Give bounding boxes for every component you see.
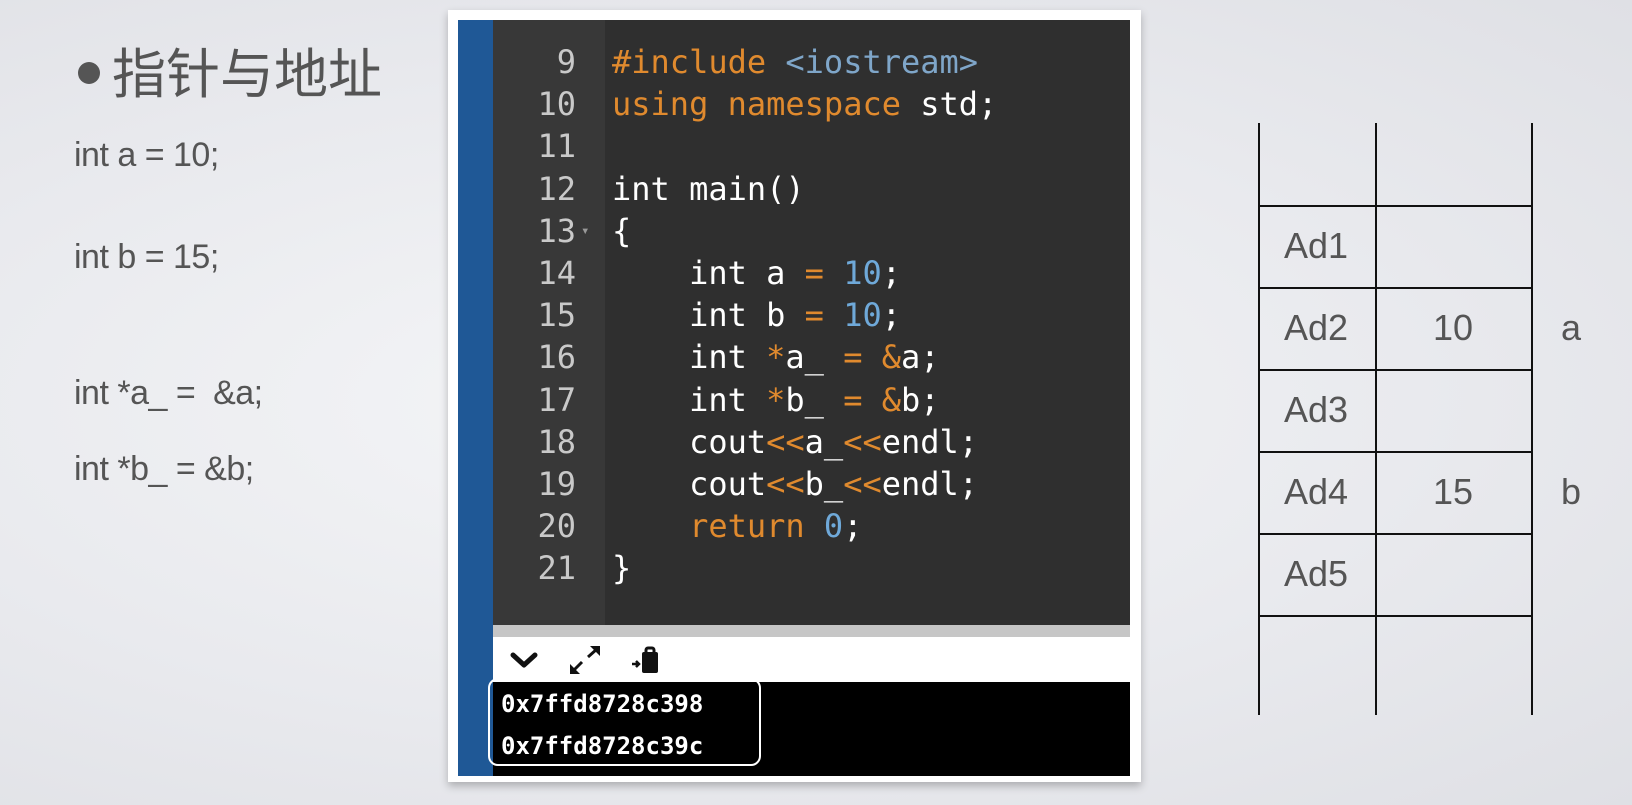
line-number: 15: [537, 296, 576, 335]
code-editor[interactable]: 9 #include <iostream> 10 using namespace st…: [493, 20, 1130, 625]
code-text: int b = 10;: [612, 296, 901, 335]
table-border-middle: [1375, 123, 1377, 715]
line-number: 14: [537, 254, 576, 292]
memory-address-cell: Ad1: [1284, 225, 1349, 266]
line-number: 17: [537, 380, 576, 419]
memory-diagram: Ad1 Ad2 10 a Ad3 Ad4 15 b Ad5: [1258, 123, 1581, 715]
code-text: #include <iostream>: [612, 43, 979, 81]
code-line: 20 return 0;: [493, 504, 1130, 548]
table-row-divider: [1258, 533, 1533, 535]
slide-code-line-2: int b = 15;: [74, 238, 219, 276]
line-number: 12: [537, 169, 576, 208]
line-number: 11: [537, 127, 576, 166]
memory-address-cell: Ad4: [1284, 471, 1349, 512]
table-row-divider: [1258, 369, 1533, 371]
code-text: int a = 10;: [612, 254, 901, 292]
console-toolbar: [493, 637, 1130, 682]
table-row-divider: [1258, 451, 1533, 453]
line-number: 20: [537, 507, 576, 546]
memory-value-cell: 15: [1432, 471, 1474, 512]
code-line: 9 #include <iostream>: [493, 40, 1130, 84]
code-line: 11: [493, 124, 1130, 168]
code-text: using namespace std;: [612, 85, 998, 124]
table-row-divider: [1258, 615, 1533, 617]
code-text: return 0;: [689, 507, 863, 546]
table-border-right: [1531, 123, 1533, 715]
code-text: int *a_ = &a;: [612, 338, 940, 377]
variable-label: a: [1561, 307, 1582, 348]
slide-title: 指针与地址: [78, 30, 382, 109]
code-text: }: [612, 549, 632, 588]
editor-sidebar: [458, 20, 493, 776]
code-line: 18 cout<<a_<<endl;: [493, 420, 1130, 464]
code-line: 19 cout<<b_<<endl;: [493, 462, 1130, 506]
table-border-left: [1258, 123, 1260, 715]
line-number: 16: [537, 338, 576, 377]
clipboard-icon[interactable]: [630, 643, 664, 677]
code-line: 13 ▾ {: [493, 209, 1130, 253]
memory-address-cell: Ad5: [1284, 553, 1349, 594]
chevron-down-icon[interactable]: [507, 643, 541, 677]
code-line: 16 int *a_ = &a;: [493, 335, 1130, 379]
line-number: 13: [537, 211, 576, 250]
slide-title-text: 指针与地址: [112, 43, 382, 106]
line-number: 19: [537, 465, 576, 503]
code-editor-screenshot: 9 #include <iostream> 10 using namespace st…: [448, 10, 1141, 782]
code-line: 15 int b = 10;: [493, 293, 1130, 337]
code-text: int main(): [612, 169, 805, 208]
code-text: cout<<b_<<endl;: [612, 465, 979, 503]
memory-address-cell: Ad3: [1284, 389, 1349, 430]
variable-label: b: [1561, 471, 1582, 512]
table-row-divider: [1258, 205, 1533, 207]
line-number: 10: [537, 85, 576, 124]
code-line: 21}: [493, 546, 1130, 590]
code-line: 17 int *b_ = &b;: [493, 378, 1130, 422]
slide-code-line-1: int a = 10;: [74, 136, 219, 174]
line-number: 18: [537, 422, 576, 461]
memory-value-cell: 10: [1432, 307, 1474, 348]
table-row-divider: [1258, 287, 1533, 289]
code-line: 12 int main(): [493, 167, 1130, 211]
code-text: int *b_ = &b;: [612, 380, 940, 419]
code-line: 14 int a = 10;: [493, 251, 1130, 295]
slide-code-line-4: int *b_ = &b;: [74, 450, 254, 488]
expand-icon[interactable]: [568, 643, 602, 677]
line-number: 9: [556, 43, 576, 81]
horizontal-scrollbar[interactable]: [493, 625, 1130, 637]
code-text: {: [612, 211, 632, 250]
fold-arrow-icon[interactable]: ▾: [581, 209, 589, 253]
output-highlight-box: [488, 678, 761, 766]
slide-code-line-3: int *a_ = &a;: [74, 374, 263, 412]
memory-address-cell: Ad2: [1284, 307, 1349, 348]
code-text: cout<<a_<<endl;: [612, 422, 979, 461]
code-line: 10 using namespace std;: [493, 82, 1130, 126]
line-number: 21: [537, 549, 576, 588]
bullet-icon: [78, 61, 100, 84]
